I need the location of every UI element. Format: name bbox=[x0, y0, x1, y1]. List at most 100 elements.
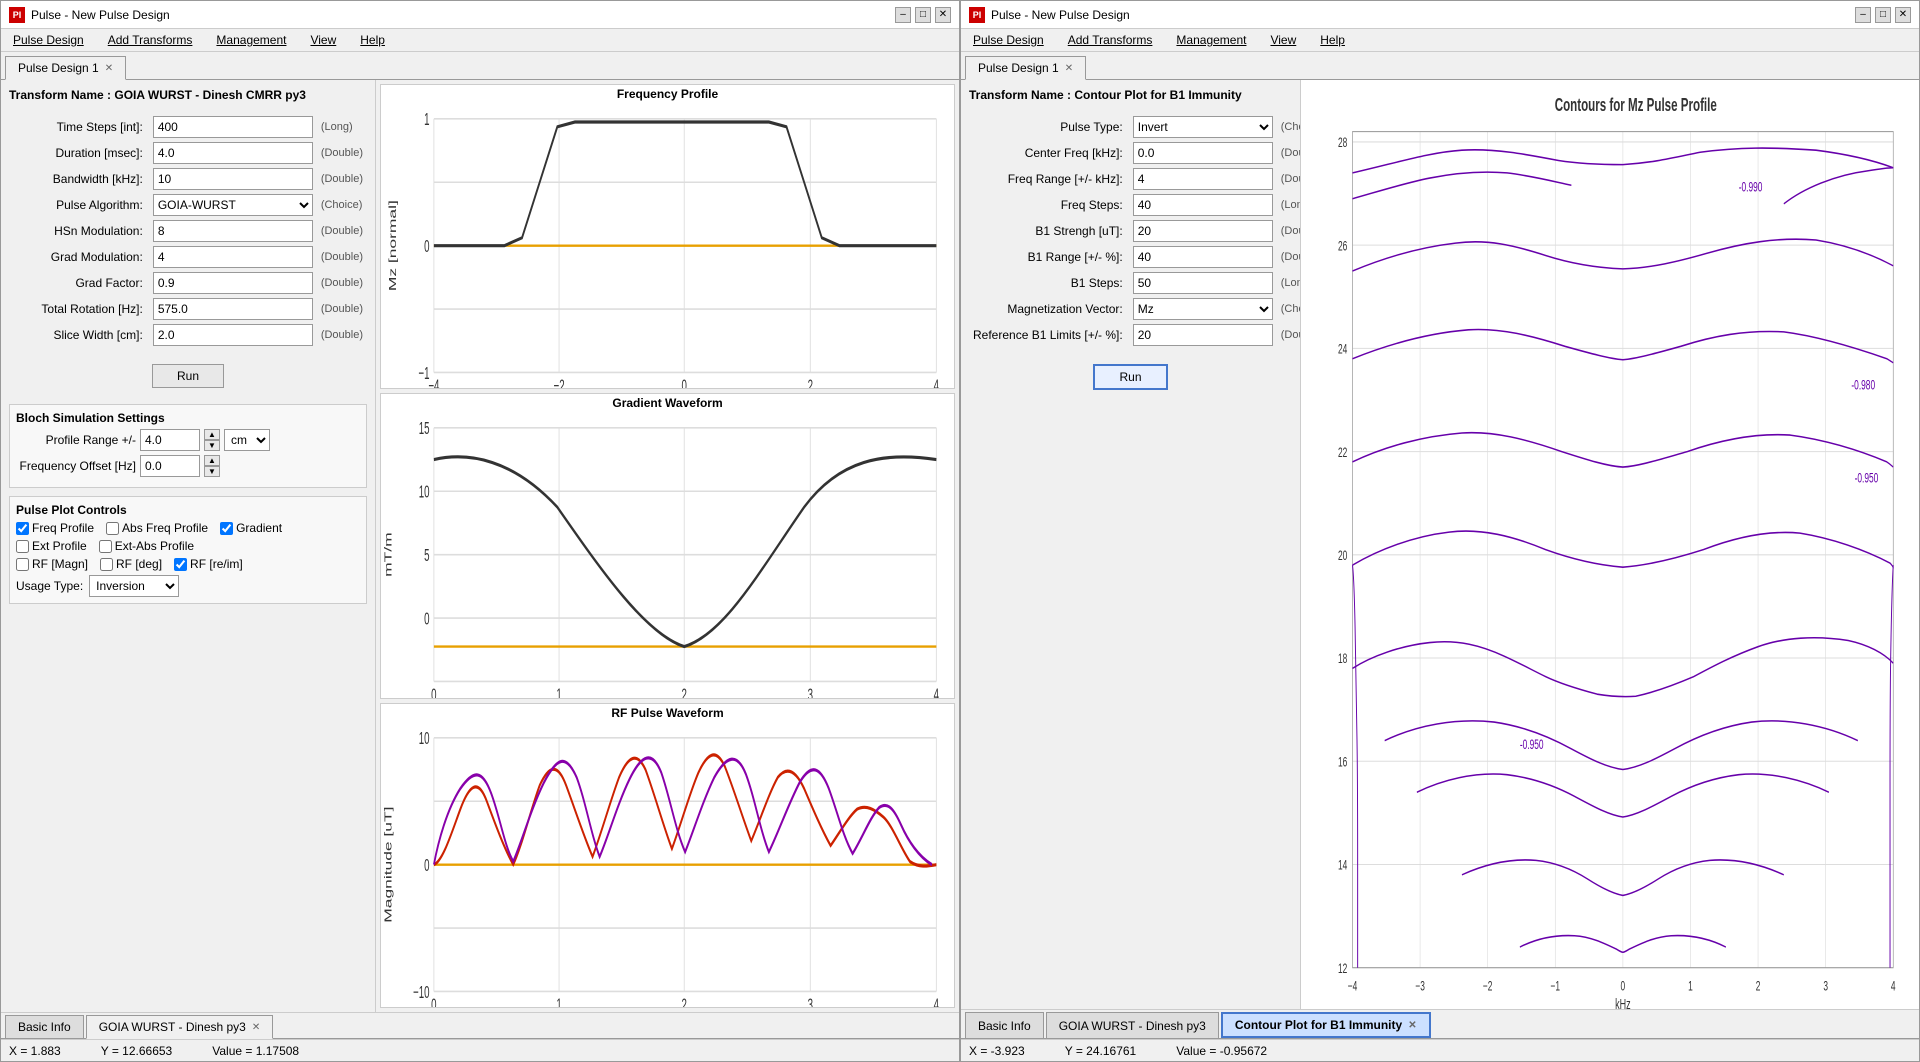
maximize-btn-1[interactable]: □ bbox=[915, 7, 931, 23]
profile-spinner: ▲ ▼ bbox=[204, 429, 220, 451]
bottom-tab-goia-2[interactable]: GOIA WURST - Dinesh py3 bbox=[1046, 1012, 1219, 1038]
bloch-freq-input[interactable] bbox=[140, 455, 200, 477]
type-freq-steps: (Long) bbox=[1277, 192, 1301, 218]
input-b1-strength[interactable] bbox=[1133, 220, 1273, 242]
run-button-1[interactable]: Run bbox=[152, 364, 224, 388]
label-mag-vector: Magnetization Vector: bbox=[969, 296, 1129, 322]
input-ref-b1[interactable] bbox=[1133, 324, 1273, 346]
cb-ext-abs-profile[interactable]: Ext-Abs Profile bbox=[99, 539, 194, 553]
usage-row-1: Usage Type: Inversion Excitation bbox=[16, 575, 360, 597]
status-y-2: Y = 24.16761 bbox=[1065, 1044, 1137, 1058]
freq-profile-plot: Frequency Profile bbox=[380, 84, 955, 389]
cb-gradient-input[interactable] bbox=[220, 522, 233, 535]
tab-pulse-design-2[interactable]: Pulse Design 1 ✕ bbox=[965, 56, 1086, 80]
input-bandwidth[interactable] bbox=[153, 168, 313, 190]
bottom-tab-contour-close-2[interactable]: ✕ bbox=[1408, 1020, 1416, 1031]
menu-view-2[interactable]: View bbox=[1266, 32, 1300, 48]
cb-rf-deg-input[interactable] bbox=[100, 558, 113, 571]
profile-unit-select[interactable]: cm mm bbox=[224, 429, 270, 451]
window-2: PI Pulse - New Pulse Design – □ ✕ Pulse … bbox=[960, 0, 1920, 1062]
pulse-plot-controls-1: Pulse Plot Controls Freq Profile Abs Fre… bbox=[9, 496, 367, 604]
menu-view-1[interactable]: View bbox=[306, 32, 340, 48]
svg-text:4: 4 bbox=[934, 685, 939, 698]
menu-pulse-design-1[interactable]: Pulse Design bbox=[9, 32, 88, 48]
profile-spin-up[interactable]: ▲ bbox=[204, 429, 220, 440]
bottom-tab-basic-info-1[interactable]: Basic Info bbox=[5, 1015, 84, 1038]
run-button-2[interactable]: Run bbox=[1093, 364, 1167, 390]
input-slice-width[interactable] bbox=[153, 324, 313, 346]
menu-add-transforms-2[interactable]: Add Transforms bbox=[1064, 32, 1157, 48]
input-total-rotation[interactable] bbox=[153, 298, 313, 320]
rf-pulse-svg: 10 0 −10 Magnitude [uT] 0 1 2 3 4 time [… bbox=[381, 722, 954, 1007]
minimize-btn-1[interactable]: – bbox=[895, 7, 911, 23]
input-grad-factor[interactable] bbox=[153, 272, 313, 294]
input-duration[interactable] bbox=[153, 142, 313, 164]
close-btn-2[interactable]: ✕ bbox=[1895, 7, 1911, 23]
svg-text:10: 10 bbox=[419, 728, 430, 748]
freq-profile-title: Frequency Profile bbox=[381, 85, 954, 103]
freq-spin-down[interactable]: ▼ bbox=[204, 466, 220, 477]
cb-abs-freq-profile-input[interactable] bbox=[106, 522, 119, 535]
cb-rf-magn-input[interactable] bbox=[16, 558, 29, 571]
svg-text:20: 20 bbox=[1338, 549, 1347, 563]
bloch-freq-label: Frequency Offset [Hz] bbox=[16, 459, 136, 473]
cb-rf-reim[interactable]: RF [re/im] bbox=[174, 557, 243, 571]
status-bar-1: X = 1.883 Y = 12.66653 Value = 1.17508 bbox=[1, 1039, 959, 1061]
cb-freq-profile[interactable]: Freq Profile bbox=[16, 521, 94, 535]
tab-close-1[interactable]: ✕ bbox=[105, 63, 113, 74]
row-freq-range: Freq Range [+/- kHz]: (Double) bbox=[969, 166, 1301, 192]
menu-management-2[interactable]: Management bbox=[1172, 32, 1250, 48]
cb-rf-reim-input[interactable] bbox=[174, 558, 187, 571]
select-pulse-algo[interactable]: GOIA-WURST bbox=[153, 194, 313, 216]
cb-ext-profile-input[interactable] bbox=[16, 540, 29, 553]
row-grad-mod: Grad Modulation: (Double) bbox=[9, 244, 367, 270]
row-b1-strength: B1 Strengh [uT]: (Double) bbox=[969, 218, 1301, 244]
minimize-btn-2[interactable]: – bbox=[1855, 7, 1871, 23]
menu-management-1[interactable]: Management bbox=[212, 32, 290, 48]
cb-gradient[interactable]: Gradient bbox=[220, 521, 282, 535]
type-center-freq: (Double) bbox=[1277, 140, 1301, 166]
close-btn-1[interactable]: ✕ bbox=[935, 7, 951, 23]
svg-text:4: 4 bbox=[934, 994, 939, 1007]
input-time-steps[interactable] bbox=[153, 116, 313, 138]
cb-ext-profile[interactable]: Ext Profile bbox=[16, 539, 87, 553]
cb-rf-magn[interactable]: RF [Magn] bbox=[16, 557, 88, 571]
svg-text:−2: −2 bbox=[1483, 980, 1493, 994]
profile-spin-down[interactable]: ▼ bbox=[204, 440, 220, 451]
menu-add-transforms-1[interactable]: Add Transforms bbox=[104, 32, 197, 48]
input-freq-steps[interactable] bbox=[1133, 194, 1273, 216]
row-pulse-algo: Pulse Algorithm: GOIA-WURST (Choice) bbox=[9, 192, 367, 218]
cb-abs-freq-profile[interactable]: Abs Freq Profile bbox=[106, 521, 208, 535]
freq-spin-up[interactable]: ▲ bbox=[204, 455, 220, 466]
row-center-freq: Center Freq [kHz]: (Double) bbox=[969, 140, 1301, 166]
cb-rf-deg[interactable]: RF [deg] bbox=[100, 557, 162, 571]
bottom-tab-goia-1[interactable]: GOIA WURST - Dinesh py3 ✕ bbox=[86, 1015, 274, 1039]
menu-help-1[interactable]: Help bbox=[356, 32, 389, 48]
bloch-profile-input[interactable] bbox=[140, 429, 200, 451]
menu-help-2[interactable]: Help bbox=[1316, 32, 1349, 48]
input-freq-range[interactable] bbox=[1133, 168, 1273, 190]
bottom-tab-contour-2[interactable]: Contour Plot for B1 Immunity ✕ bbox=[1221, 1012, 1431, 1038]
cb-freq-profile-input[interactable] bbox=[16, 522, 29, 535]
select-mag-vector[interactable]: Mz Mx My bbox=[1133, 298, 1273, 320]
tab-pulse-design-1[interactable]: Pulse Design 1 ✕ bbox=[5, 56, 126, 80]
window-title-2: Pulse - New Pulse Design bbox=[991, 8, 1130, 22]
input-hsn-mod[interactable] bbox=[153, 220, 313, 242]
freq-spinner: ▲ ▼ bbox=[204, 455, 220, 477]
usage-select[interactable]: Inversion Excitation bbox=[89, 575, 179, 597]
gradient-plot: Gradient Waveform bbox=[380, 393, 955, 698]
maximize-btn-2[interactable]: □ bbox=[1875, 7, 1891, 23]
tab-close-2[interactable]: ✕ bbox=[1065, 63, 1073, 74]
bottom-tab-goia-close-1[interactable]: ✕ bbox=[252, 1022, 260, 1033]
input-b1-steps[interactable] bbox=[1133, 272, 1273, 294]
cb-ext-abs-profile-input[interactable] bbox=[99, 540, 112, 553]
bottom-tab-basic-info-2[interactable]: Basic Info bbox=[965, 1012, 1044, 1038]
input-grad-mod[interactable] bbox=[153, 246, 313, 268]
input-b1-range[interactable] bbox=[1133, 246, 1273, 268]
input-center-freq[interactable] bbox=[1133, 142, 1273, 164]
menu-pulse-design-2[interactable]: Pulse Design bbox=[969, 32, 1048, 48]
status-value-1: Value = 1.17508 bbox=[212, 1044, 299, 1058]
bloch-profile-row: Profile Range +/- ▲ ▼ cm mm bbox=[16, 429, 360, 451]
rf-pulse-plot: RF Pulse Waveform bbox=[380, 703, 955, 1008]
select-pulse-type[interactable]: Invert Excite bbox=[1133, 116, 1273, 138]
